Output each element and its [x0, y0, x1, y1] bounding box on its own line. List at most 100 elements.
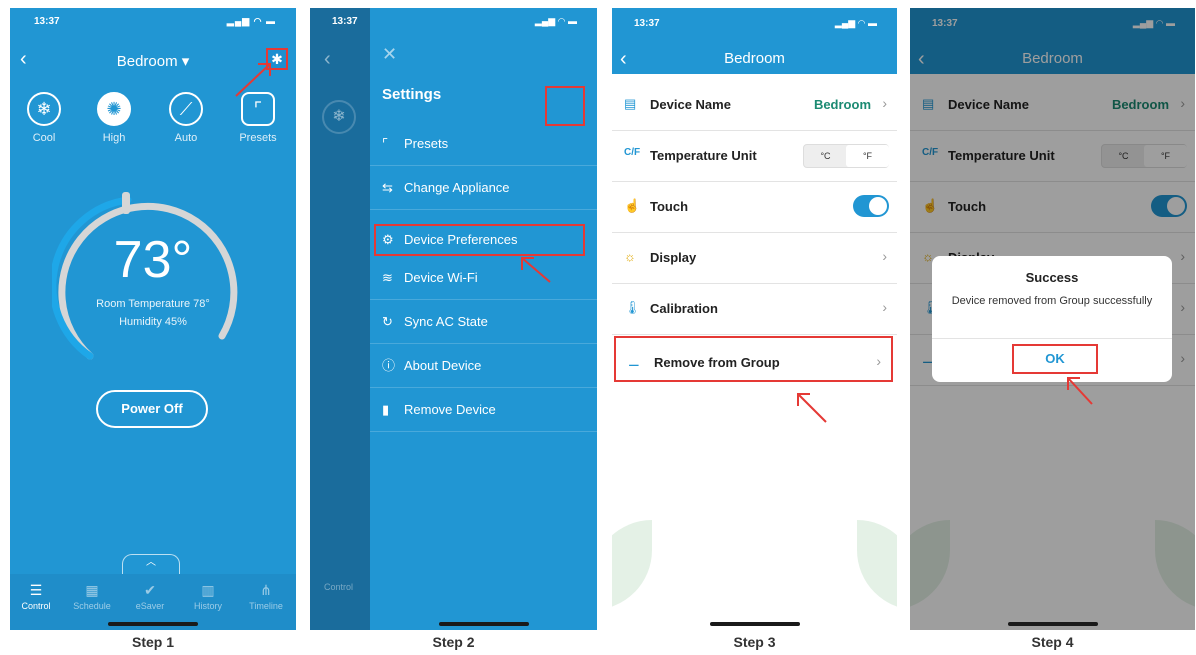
success-dialog: Success Device removed from Group succes…: [932, 256, 1172, 382]
step3-screen: 13:37 ▂▄▆ ◠ ▬ ‹ Bedroom ▤ Device Name Be…: [612, 8, 897, 630]
dialog-divider: [932, 338, 1172, 339]
row-label: Device Name: [650, 97, 731, 112]
settings-heading: Settings: [382, 86, 442, 103]
mode-fan-high[interactable]: ✺ High: [84, 92, 144, 144]
sliders-icon: ☰: [29, 582, 43, 598]
chevron-right-icon: ›: [882, 299, 887, 315]
menu-label: Change Appliance: [404, 180, 510, 195]
leaf-icon: ✔: [144, 582, 156, 598]
bar-chart-icon: ▥: [201, 582, 215, 598]
timeline-icon: ⋔: [260, 582, 272, 598]
chevron-up-icon[interactable]: ︿: [122, 554, 180, 574]
tab-history[interactable]: ▥ History: [180, 582, 236, 611]
close-icon[interactable]: ✕: [382, 44, 397, 65]
menu-item-device-wifi[interactable]: ≋ Device Wi-Fi: [370, 256, 597, 300]
step-caption: Step 1: [131, 634, 174, 650]
snowflake-icon: ❄: [27, 92, 61, 126]
row-label: Touch: [650, 199, 689, 214]
home-indicator: [108, 622, 198, 626]
row-label: Calibration: [650, 301, 718, 316]
unit-toggle[interactable]: °C °F: [803, 144, 889, 168]
dimmed-background[interactable]: 13:37 ‹ ❄ Control: [310, 8, 370, 630]
step4-screen: 13:37 ▂▄▆ ◠ ▬ ‹ Bedroom ▤ Device Name Be…: [910, 8, 1195, 630]
swing-icon: ⟋: [169, 92, 203, 126]
mode-cool[interactable]: ❄ Cool: [14, 92, 74, 144]
step2-screen: 13:37 ‹ ❄ Control ✕ ▂▄▆ ◠ ▬ Settings ⌜ Pr…: [310, 8, 597, 630]
trash-icon: ▮: [382, 402, 390, 417]
row-display[interactable]: ☼ Display ›: [612, 233, 897, 284]
settings-drawer: ✕ ▂▄▆ ◠ ▬ Settings ⌜ Presets ⇆ Change Appl…: [370, 8, 597, 630]
pointer-arrow: [1067, 377, 1093, 405]
bottom-tab-bar: ☰ Control ▦ Schedule ✔ eSaver ▥ History ⋔ Tim…: [10, 574, 296, 630]
touch-toggle[interactable]: [853, 195, 889, 217]
step-caption: Step 3: [733, 634, 776, 650]
row-touch: ☝ Touch: [612, 182, 897, 233]
home-indicator: [438, 622, 529, 626]
set-temperature: 73°: [113, 231, 193, 289]
tab-schedule[interactable]: ▦ Schedule: [64, 582, 120, 611]
row-value: Bedroom: [813, 97, 871, 112]
signal-icon: ▂▄▆ ◠ ▬: [834, 18, 877, 28]
calendar-icon: ▦: [85, 582, 99, 598]
sync-icon: ↻: [382, 314, 393, 329]
home-indicator: [1007, 622, 1098, 626]
leaf-decoration: [612, 520, 652, 610]
menu-label: Device Preferences: [404, 232, 518, 247]
hand-icon: ☝: [624, 198, 641, 213]
row-device-name[interactable]: ▤ Device Name Bedroom ›: [612, 80, 897, 131]
gears-icon: ⚙: [382, 232, 394, 247]
row-label: Display: [650, 250, 697, 265]
menu-label: Sync AC State: [404, 314, 488, 329]
power-off-button[interactable]: Power Off: [96, 390, 208, 428]
row-label: Remove from Group: [654, 355, 780, 370]
menu-item-sync-ac-state[interactable]: ↻ Sync AC State: [370, 300, 597, 344]
unit-celsius[interactable]: °C: [804, 145, 847, 167]
remove-group-icon: ⚊: [628, 354, 640, 369]
tab-label: Control: [21, 601, 51, 611]
step-caption: Step 4: [1031, 634, 1074, 650]
chevron-right-icon: ›: [882, 248, 887, 264]
tab-control[interactable]: ☰ Control: [10, 582, 64, 611]
mode-label: Auto: [174, 132, 198, 144]
snowflake-icon: ❄: [322, 100, 356, 134]
fan-icon: ✺: [97, 92, 131, 126]
dialog-title: Success: [1025, 270, 1079, 285]
menu-label: About Device: [404, 358, 482, 373]
menu-item-about-device[interactable]: ⓘ About Device: [370, 344, 597, 388]
page-title: Bedroom: [724, 50, 785, 67]
status-time: 13:37: [34, 16, 60, 27]
presets-icon: ⌜: [382, 136, 389, 151]
menu-label: Remove Device: [404, 402, 496, 417]
wifi-icon: ≋: [382, 270, 393, 285]
tab-control-dim: Control: [324, 582, 354, 592]
mode-label: Cool: [32, 132, 56, 144]
row-remove-from-group[interactable]: ⚊ Remove from Group ›: [614, 336, 893, 382]
menu-label: Device Wi-Fi: [404, 270, 478, 285]
mode-swing-auto[interactable]: ⟋ Auto: [156, 92, 216, 144]
pointer-arrow: [797, 393, 827, 423]
mode-row: ❄ Cool ✺ High ⟋ Auto ⌜ Presets: [10, 92, 296, 162]
humidity: Humidity 45%: [119, 316, 187, 328]
swap-icon: ⇆: [382, 180, 393, 195]
row-calibration[interactable]: 🌡︎ Calibration ›: [612, 284, 897, 335]
step-caption: Step 2: [432, 634, 475, 650]
menu-item-change-appliance[interactable]: ⇆ Change Appliance: [370, 166, 597, 210]
tab-timeline[interactable]: ⋔ Timeline: [238, 582, 294, 611]
header-bar: 13:37 ▂▄▆ ◠ ▬ ‹ Bedroom: [612, 8, 897, 74]
tab-label: Timeline: [249, 601, 283, 611]
step1-screen: 13:37 ▂▄▆ ◠ ▬ ‹ Bedroom ▾ ✱ ❄ Cool ✺ Hig…: [10, 8, 296, 630]
chevron-right-icon: ›: [882, 95, 887, 111]
dial-handle[interactable]: [122, 192, 130, 214]
unit-fahrenheit[interactable]: °F: [846, 145, 889, 167]
signal-icon: ▂▄▆ ◠ ▬: [534, 16, 577, 26]
menu-item-presets[interactable]: ⌜ Presets: [370, 122, 597, 166]
signal-icon: ▂▄▆ ◠ ▬: [226, 16, 276, 26]
mode-label: Presets: [239, 132, 277, 144]
room-temperature: Room Temperature 78°: [96, 298, 210, 310]
chevron-right-icon: ›: [876, 353, 881, 369]
highlight-box: [545, 86, 585, 126]
tab-esaver[interactable]: ✔ eSaver: [122, 582, 178, 611]
dialog-message: Device removed from Group successfully: [951, 295, 1153, 307]
home-indicator: [709, 622, 800, 626]
menu-item-remove-device[interactable]: ▮ Remove Device: [370, 388, 597, 432]
